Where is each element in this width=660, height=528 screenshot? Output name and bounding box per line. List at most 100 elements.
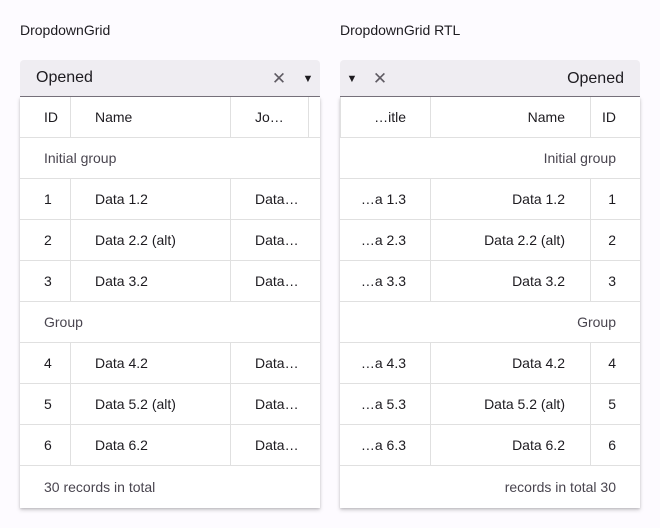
cell-id: 2: [608, 232, 616, 248]
ltr-table-row[interactable]: 6 Data 6.2 Data…: [20, 425, 320, 466]
ltr-field-value: Opened: [36, 69, 93, 86]
ltr-title: DropdownGrid: [20, 22, 111, 38]
cell-name: Data 1.2: [512, 191, 565, 207]
rtl-footer-record-count: records in total 30: [504, 479, 616, 495]
cell-id: 5: [44, 396, 52, 412]
column-divider: [590, 261, 591, 301]
column-divider: [230, 97, 231, 137]
cell-third: Data…: [255, 437, 299, 453]
ltr-column-header-id[interactable]: ID: [44, 97, 84, 137]
rtl-dropdown-grid: ▼ ✕ Opened …itle Name ID Initial group ……: [340, 60, 640, 508]
ltr-table-row[interactable]: 1 Data 1.2 Data…: [20, 179, 320, 220]
cell-third: …a 4.3: [360, 355, 406, 371]
rtl-table-row[interactable]: …a 1.3 Data 1.2 1: [340, 179, 640, 220]
cell-id: 1: [44, 191, 52, 207]
cell-id: 5: [608, 396, 616, 412]
ltr-clear-icon[interactable]: ✕: [268, 60, 290, 97]
rtl-column-header-name[interactable]: Name: [435, 97, 565, 137]
column-divider: [430, 343, 431, 383]
rtl-table-row[interactable]: …a 5.3 Data 5.2 (alt) 5: [340, 384, 640, 425]
cell-name: Data 6.2: [95, 437, 148, 453]
column-divider: [430, 384, 431, 424]
ltr-table-row[interactable]: 2 Data 2.2 (alt) Data…: [20, 220, 320, 261]
column-divider: [230, 261, 231, 301]
column-divider: [430, 220, 431, 260]
ltr-table-row[interactable]: 3 Data 3.2 Data…: [20, 261, 320, 302]
cell-third: Data…: [255, 396, 299, 412]
group-label: Initial group: [44, 150, 117, 166]
cell-id: 3: [44, 273, 52, 289]
cell-third: …a 1.3: [360, 191, 406, 207]
column-divider: [230, 425, 231, 465]
column-divider: [70, 179, 71, 219]
cell-name: Data 4.2: [512, 355, 565, 371]
column-divider: [590, 97, 591, 137]
cell-name: Data 6.2: [512, 437, 565, 453]
rtl-group-row[interactable]: Initial group: [340, 138, 640, 179]
cell-name: Data 3.2: [512, 273, 565, 289]
column-divider: [70, 384, 71, 424]
cell-third: Data…: [255, 273, 299, 289]
rtl-column-header-id[interactable]: ID: [592, 97, 616, 137]
rtl-table-row[interactable]: …a 3.3 Data 3.2 3: [340, 261, 640, 302]
rtl-title: DropdownGrid RTL: [340, 22, 461, 38]
cell-third: …a 5.3: [360, 396, 406, 412]
column-divider: [230, 384, 231, 424]
cell-name: Data 1.2: [95, 191, 148, 207]
cell-id: 6: [608, 437, 616, 453]
ltr-table-row[interactable]: 4 Data 4.2 Data…: [20, 343, 320, 384]
ltr-group-row[interactable]: Initial group: [20, 138, 320, 179]
cell-name: Data 5.2 (alt): [484, 396, 565, 412]
cell-id: 3: [608, 273, 616, 289]
column-divider: [430, 425, 431, 465]
ltr-table-row[interactable]: 5 Data 5.2 (alt) Data…: [20, 384, 320, 425]
column-divider: [230, 179, 231, 219]
ltr-group-row[interactable]: Group: [20, 302, 320, 343]
column-divider: [70, 97, 71, 137]
column-divider: [590, 384, 591, 424]
column-divider: [230, 343, 231, 383]
column-divider: [590, 343, 591, 383]
ltr-caret-down-icon[interactable]: ▼: [300, 60, 316, 97]
cell-third: …a 3.3: [360, 273, 406, 289]
ltr-dropdown-grid: Opened ✕ ▼ ID Name Jo… Initial group 1 D…: [20, 60, 320, 508]
cell-id: 4: [608, 355, 616, 371]
rtl-table-row[interactable]: …a 6.3 Data 6.2 6: [340, 425, 640, 466]
cell-id: 4: [44, 355, 52, 371]
column-divider: [70, 425, 71, 465]
ltr-column-header-name[interactable]: Name: [95, 97, 225, 137]
column-divider: [590, 220, 591, 260]
cell-id: 2: [44, 232, 52, 248]
column-divider: [308, 97, 309, 137]
cell-name: Data 2.2 (alt): [484, 232, 565, 248]
column-divider: [70, 261, 71, 301]
cell-third: Data…: [255, 355, 299, 371]
ltr-dropdown-popup: ID Name Jo… Initial group 1 Data 1.2 Dat…: [20, 97, 320, 508]
ltr-column-header-third[interactable]: Jo…: [255, 97, 305, 137]
rtl-table-row[interactable]: …a 2.3 Data 2.2 (alt) 2: [340, 220, 640, 261]
cell-name: Data 5.2 (alt): [95, 396, 176, 412]
group-label: Initial group: [543, 150, 616, 166]
rtl-caret-down-icon[interactable]: ▼: [344, 60, 360, 97]
cell-id: 6: [44, 437, 52, 453]
cell-name: Data 4.2: [95, 355, 148, 371]
column-divider: [590, 425, 591, 465]
cell-name: Data 3.2: [95, 273, 148, 289]
rtl-clear-icon[interactable]: ✕: [369, 60, 391, 97]
column-divider: [590, 179, 591, 219]
rtl-field-value: Opened: [567, 69, 624, 87]
cell-name: Data 2.2 (alt): [95, 232, 176, 248]
cell-id: 1: [608, 191, 616, 207]
rtl-column-header-third[interactable]: …itle: [350, 97, 406, 137]
group-label: Group: [577, 314, 616, 330]
ltr-footer-record-count: 30 records in total: [44, 479, 156, 495]
group-label: Group: [44, 314, 83, 330]
column-divider: [430, 97, 431, 137]
column-divider: [430, 261, 431, 301]
column-divider: [70, 220, 71, 260]
ltr-dropdown-field[interactable]: Opened ✕ ▼: [20, 60, 320, 97]
rtl-table-row[interactable]: …a 4.3 Data 4.2 4: [340, 343, 640, 384]
column-divider: [340, 97, 341, 137]
rtl-group-row[interactable]: Group: [340, 302, 640, 343]
rtl-dropdown-field[interactable]: ▼ ✕ Opened: [340, 60, 640, 97]
